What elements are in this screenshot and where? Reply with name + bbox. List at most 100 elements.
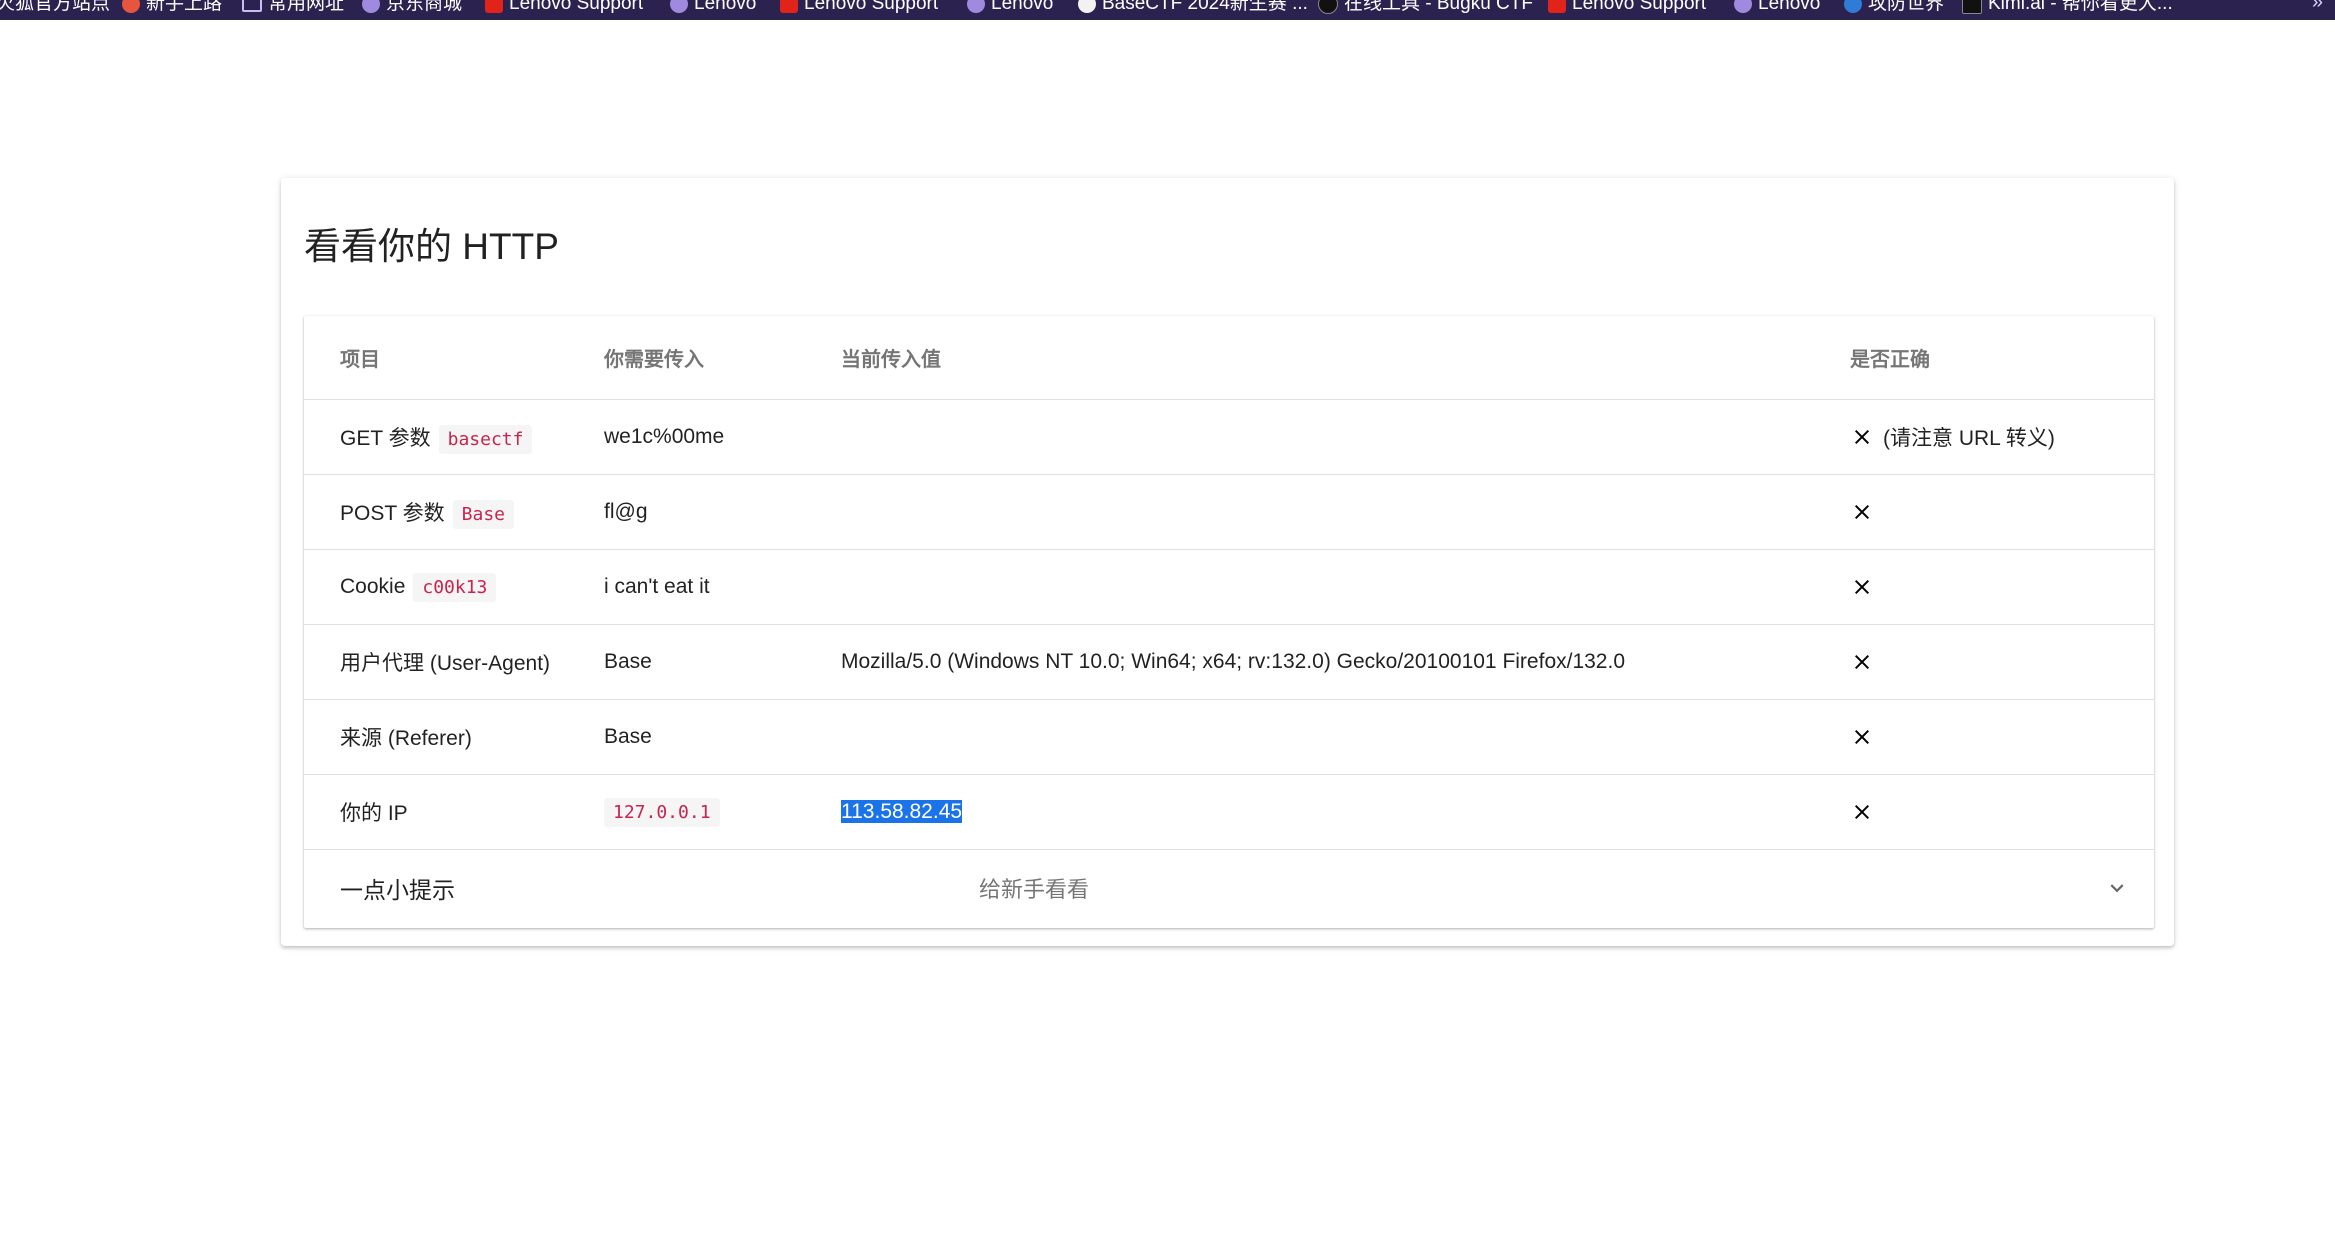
expected-value: we1c%00me — [586, 399, 823, 475]
table-row-cookie: Cookie c00k13 i can't eat it — [304, 549, 2154, 625]
globe-icon — [670, 0, 688, 13]
bookmark-item[interactable]: Lenovo — [670, 0, 756, 16]
firefox-icon — [122, 0, 140, 13]
close-icon — [1850, 650, 1874, 674]
bugku-icon — [1318, 0, 1338, 14]
close-icon — [1850, 575, 1874, 599]
http-table: 项目 你需要传入 当前传入值 是否正确 GET 参数 basectf we1c%0… — [304, 316, 2154, 850]
current-ip-selected[interactable]: 113.58.82.45 — [841, 800, 963, 823]
bookmark-label: 攻防世界 — [1868, 0, 1945, 14]
bookmark-item[interactable]: Lenovo Support — [485, 0, 643, 16]
folder-icon — [242, 0, 262, 12]
expected-ip-code: 127.0.0.1 — [604, 798, 720, 827]
status-cell — [1828, 549, 2154, 625]
row-label-cell: Cookie c00k13 — [304, 549, 586, 625]
status-cell — [1828, 474, 2154, 550]
globe-icon — [362, 0, 380, 13]
table-header-row: 项目 你需要传入 当前传入值 是否正确 — [304, 316, 2154, 400]
column-header-correct: 是否正确 — [1828, 316, 2154, 400]
column-header-item: 项目 — [304, 316, 586, 400]
status-note: (请注意 URL 转义) — [1883, 427, 2055, 450]
bookmark-label: BaseCTF 2024新生赛 ... — [1102, 0, 1308, 14]
hint-subtitle: 给新手看看 — [979, 877, 1090, 902]
basectf-icon — [1078, 0, 1096, 13]
table-row-user-agent: 用户代理 (User-Agent) Base Mozilla/5.0 (Wind… — [304, 624, 2154, 700]
bookmarks-bar: 火狐官方站点 新手上路 常用网址 京东商城 Lenovo Support Len… — [0, 0, 2335, 20]
globe-icon — [1734, 0, 1752, 13]
bookmark-item[interactable]: 火狐官方站点 — [0, 0, 110, 16]
globe-icon — [967, 0, 985, 13]
column-header-current: 当前传入值 — [823, 316, 1828, 400]
bookmark-item[interactable]: 新手上路 — [122, 0, 222, 16]
bookmark-item[interactable]: BaseCTF 2024新生赛 ... — [1078, 0, 1308, 16]
http-table-panel: 项目 你需要传入 当前传入值 是否正确 GET 参数 basectf we1c%0… — [304, 316, 2154, 928]
bookmark-label: 火狐官方站点 — [0, 0, 111, 14]
param-key-code: c00k13 — [413, 573, 497, 602]
bookmark-item[interactable]: Lenovo — [967, 0, 1053, 16]
expected-value: i can't eat it — [586, 549, 823, 625]
bookmark-label: 在线工具 - Bugku CTF — [1344, 0, 1533, 14]
row-label: 来源 (Referer) — [304, 699, 586, 775]
bookmark-label: Lenovo — [694, 0, 757, 14]
expected-value-cell: 127.0.0.1 — [586, 774, 823, 850]
bookmark-item[interactable]: 攻防世界 — [1844, 0, 1944, 16]
bookmark-label: Lenovo Support — [1572, 0, 1707, 14]
current-value — [823, 699, 1828, 775]
hint-expansion-header[interactable]: 一点小提示 给新手看看 — [304, 848, 2154, 928]
current-value-cell: 113.58.82.45 — [823, 774, 1828, 850]
bookmark-label: 常用网址 — [268, 0, 345, 14]
bookmark-item[interactable]: 常用网址 — [242, 0, 344, 16]
close-icon — [1850, 425, 1874, 449]
page-title: 看看你的 HTTP — [304, 226, 559, 267]
lenovo-icon — [1548, 0, 1566, 13]
bookmark-label: Lenovo Support — [509, 0, 644, 14]
status-cell — [1828, 699, 2154, 775]
row-label: GET 参数 — [340, 427, 431, 450]
http-card: 看看你的 HTTP 项目 你需要传入 当前传入值 是否正确 GET 参数 base… — [281, 178, 2174, 946]
bookmark-label: Lenovo — [1758, 0, 1821, 14]
expected-value: fl@g — [586, 474, 823, 550]
row-label: 你的 IP — [304, 774, 586, 850]
close-icon — [1850, 500, 1874, 524]
lenovo-icon — [485, 0, 503, 13]
table-row-post: POST 参数 Base fl@g — [304, 474, 2154, 550]
hint-title: 一点小提示 — [340, 877, 455, 903]
current-value — [823, 474, 1828, 550]
bookmark-item[interactable]: Lenovo Support — [780, 0, 938, 16]
status-cell: (请注意 URL 转义) — [1828, 399, 2154, 475]
bookmark-label: 新手上路 — [146, 0, 223, 14]
lenovo-icon — [780, 0, 798, 13]
bookmark-label: 京东商城 — [386, 0, 463, 14]
bookmark-item[interactable]: Lenovo — [1734, 0, 1820, 16]
close-icon — [1850, 725, 1874, 749]
status-cell — [1828, 774, 2154, 850]
status-cell — [1828, 624, 2154, 700]
bookmark-item[interactable]: Kimi.ai - 帮你看更大... — [1962, 0, 2173, 16]
bookmark-label: Kimi.ai - 帮你看更大... — [1988, 0, 2173, 14]
bookmark-label: Lenovo — [991, 0, 1054, 14]
row-label-cell: GET 参数 basectf — [304, 399, 586, 475]
param-key-code: Base — [452, 500, 514, 529]
row-label-cell: POST 参数 Base — [304, 474, 586, 550]
bookmark-item[interactable]: Lenovo Support — [1548, 0, 1706, 16]
table-row-get: GET 参数 basectf we1c%00me (请注意 URL 转义) — [304, 399, 2154, 475]
bookmark-item[interactable]: 京东商城 — [362, 0, 462, 16]
current-value — [823, 399, 1828, 475]
expected-value: Base — [586, 699, 823, 775]
kimi-icon — [1962, 0, 1982, 14]
column-header-expected: 你需要传入 — [586, 316, 823, 400]
current-value: Mozilla/5.0 (Windows NT 10.0; Win64; x64… — [823, 624, 1828, 700]
bookmark-item[interactable]: 在线工具 - Bugku CTF — [1318, 0, 1533, 16]
adworld-icon — [1844, 0, 1862, 13]
row-label: POST 参数 — [340, 502, 445, 525]
expected-value: Base — [586, 624, 823, 700]
table-row-ip: 你的 IP 127.0.0.1 113.58.82.45 — [304, 774, 2154, 850]
row-label: Cookie — [340, 575, 406, 598]
current-value — [823, 549, 1828, 625]
bookmarks-overflow-icon[interactable]: » — [2312, 0, 2323, 14]
bookmark-label: Lenovo Support — [804, 0, 939, 14]
table-row-referer: 来源 (Referer) Base — [304, 699, 2154, 775]
chevron-down-icon[interactable] — [2104, 875, 2130, 901]
row-label: 用户代理 (User-Agent) — [304, 624, 586, 700]
param-key-code: basectf — [438, 425, 533, 454]
